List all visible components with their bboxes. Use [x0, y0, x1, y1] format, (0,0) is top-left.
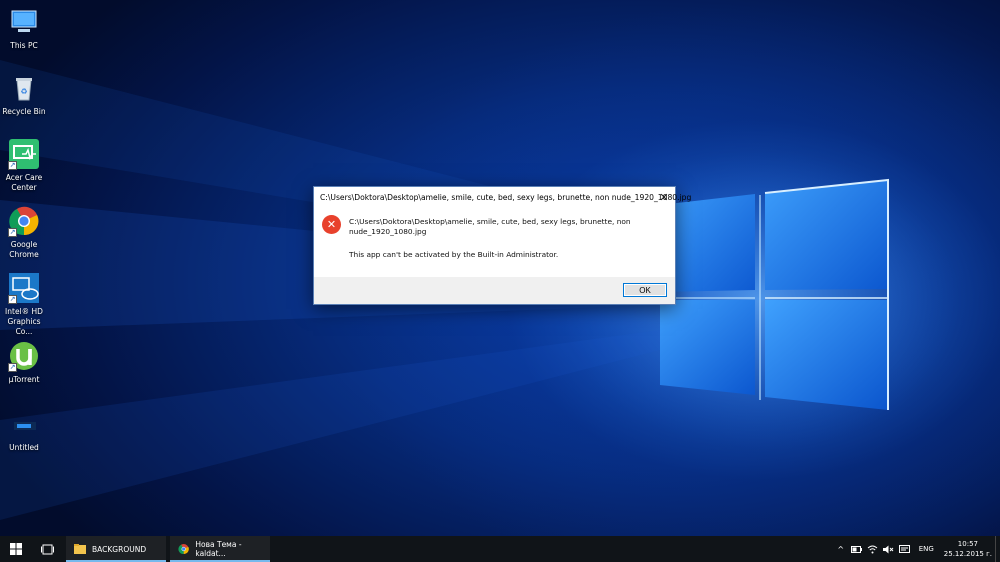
- start-button[interactable]: [0, 536, 32, 562]
- taskbar-app-background[interactable]: BACKGROUND: [66, 536, 166, 562]
- close-icon: ✕: [659, 191, 669, 204]
- wifi-icon[interactable]: [865, 536, 881, 562]
- desktop-icon-intel-graphics[interactable]: ↗ Intel® HD Graphics Co...: [2, 272, 46, 337]
- utorrent-icon: ↗: [8, 340, 40, 372]
- task-view-button[interactable]: [32, 536, 62, 562]
- desktop-icon-google-chrome[interactable]: ↗ Google Chrome: [2, 205, 46, 260]
- desktop-icon-label: Intel® HD Graphics Co...: [5, 307, 43, 336]
- dialog-file-path: C:\Users\Doktora\Desktop\amelie, smile, …: [349, 217, 631, 236]
- task-view-icon: [40, 544, 54, 554]
- show-desktop-button[interactable]: [995, 536, 1000, 562]
- shortcut-arrow-icon: ↗: [8, 363, 17, 372]
- shortcut-arrow-icon: ↗: [8, 295, 17, 304]
- dialog-footer: OK: [314, 277, 675, 304]
- taskbar-app-label: Нова Тема - kaldat...: [195, 540, 242, 558]
- error-dialog: C:\Users\Doktora\Desktop\amelie, smile, …: [313, 186, 691, 305]
- desktop-icon-label: Untitled: [9, 443, 39, 452]
- desktop-icon-label: Google Chrome: [9, 240, 39, 259]
- desktop: This PC ♻ Recycle Bin ↗ Acer Care Center: [0, 0, 1000, 536]
- clock-date: 25.12.2015 г.: [943, 550, 992, 558]
- ok-button[interactable]: OK: [623, 283, 667, 297]
- desktop-icon-label: Recycle Bin: [2, 107, 46, 116]
- taskbar-app-label: BACKGROUND: [92, 544, 147, 554]
- recycle-bin-icon: ♻: [8, 72, 40, 104]
- desktop-icon-label: Acer Care Center: [5, 173, 43, 192]
- system-tray: ^ ENG 10:57 25.12.2015 г.: [833, 536, 1000, 562]
- clock[interactable]: 10:57 25.12.2015 г.: [940, 539, 995, 559]
- shortcut-arrow-icon: ↗: [8, 228, 17, 237]
- acer-care-center-icon: ↗: [8, 138, 40, 170]
- show-hidden-icons-chevron-icon[interactable]: ^: [833, 536, 849, 562]
- battery-icon[interactable]: [849, 536, 865, 562]
- desktop-icon-utorrent[interactable]: ↗ µTorrent: [2, 340, 46, 385]
- error-icon-glyph: ✕: [326, 218, 337, 231]
- chrome-icon: ↗: [8, 205, 40, 237]
- dialog-title: C:\Users\Doktora\Desktop\amelie, smile, …: [320, 193, 692, 202]
- untitled-file-icon: [8, 408, 40, 440]
- desktop-icon-label: This PC: [10, 41, 38, 50]
- shortcut-arrow-icon: ↗: [8, 161, 17, 170]
- computer-icon: [8, 6, 40, 38]
- volume-icon[interactable]: [881, 536, 897, 562]
- desktop-icon-this-pc[interactable]: This PC: [2, 6, 46, 51]
- error-icon: ✕: [322, 215, 341, 234]
- chrome-icon: [178, 544, 189, 554]
- desktop-icon-label: µTorrent: [8, 375, 40, 384]
- desktop-icon-recycle-bin[interactable]: ♻ Recycle Bin: [2, 72, 46, 117]
- folder-icon: [74, 544, 86, 554]
- input-language[interactable]: ENG: [913, 545, 940, 553]
- dialog-message: This app can't be activated by the Built…: [349, 250, 559, 259]
- dialog-titlebar[interactable]: C:\Users\Doktora\Desktop\amelie, smile, …: [314, 187, 691, 208]
- desktop-icon-acer-care-center[interactable]: ↗ Acer Care Center: [2, 138, 46, 193]
- desktop-icon-untitled[interactable]: Untitled: [2, 408, 46, 453]
- action-center-icon[interactable]: [897, 536, 913, 562]
- taskbar: BACKGROUND Нова Тема - kaldat... ^ ENG 1…: [0, 536, 1000, 562]
- intel-graphics-icon: ↗: [8, 272, 40, 304]
- dialog-content: ✕ C:\Users\Doktora\Desktop\amelie, smile…: [314, 208, 675, 278]
- taskbar-app-chrome[interactable]: Нова Тема - kaldat...: [170, 536, 270, 562]
- close-button[interactable]: ✕: [653, 187, 675, 208]
- clock-time: 10:57: [957, 540, 978, 548]
- windows-start-icon: [10, 543, 22, 555]
- svg-text:♻: ♻: [20, 87, 27, 96]
